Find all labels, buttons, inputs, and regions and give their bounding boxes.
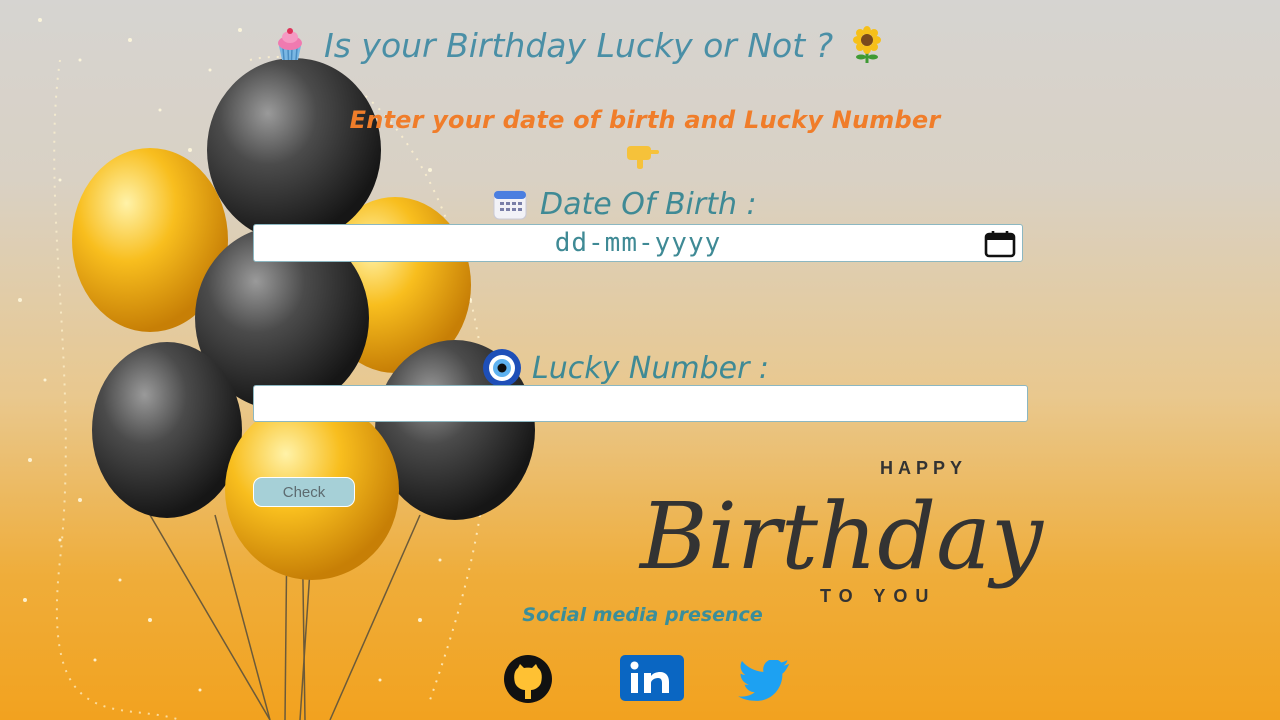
github-icon[interactable]: [493, 653, 563, 703]
sunflower-icon: [847, 25, 887, 65]
instructions-text: Enter your date of birth and Lucky Numbe…: [349, 106, 941, 134]
banner-happy: HAPPY: [880, 458, 967, 478]
pointing-down-hand-icon: [625, 142, 659, 170]
calendar-icon: [490, 186, 530, 222]
dob-label: Date Of Birth :: [490, 186, 757, 222]
lucky-number-label: Lucky Number :: [482, 348, 769, 388]
lucky-number-label-text: Lucky Number :: [532, 350, 770, 386]
check-button[interactable]: Check: [253, 477, 355, 507]
cupcake-icon: [270, 25, 310, 65]
title-text: Is your Birthday Lucky or Not ?: [324, 25, 834, 65]
twitter-icon[interactable]: [738, 659, 794, 702]
lucky-number-input[interactable]: [253, 385, 1028, 422]
dob-label-text: Date Of Birth :: [540, 186, 757, 222]
page-title: Is your Birthday Lucky or Not ?: [270, 22, 1030, 68]
dob-placeholder: dd-mm-yyyy: [554, 228, 722, 258]
social-media-label: Social media presence: [522, 604, 763, 626]
calendar-picker-icon[interactable]: [984, 230, 1016, 258]
evil-eye-icon: [482, 348, 522, 388]
dob-input[interactable]: dd-mm-yyyy: [253, 224, 1023, 262]
banner-birthday: Birthday: [638, 483, 1044, 590]
linkedin-icon[interactable]: [619, 654, 685, 702]
banner-to-you: TO YOU: [820, 586, 936, 606]
